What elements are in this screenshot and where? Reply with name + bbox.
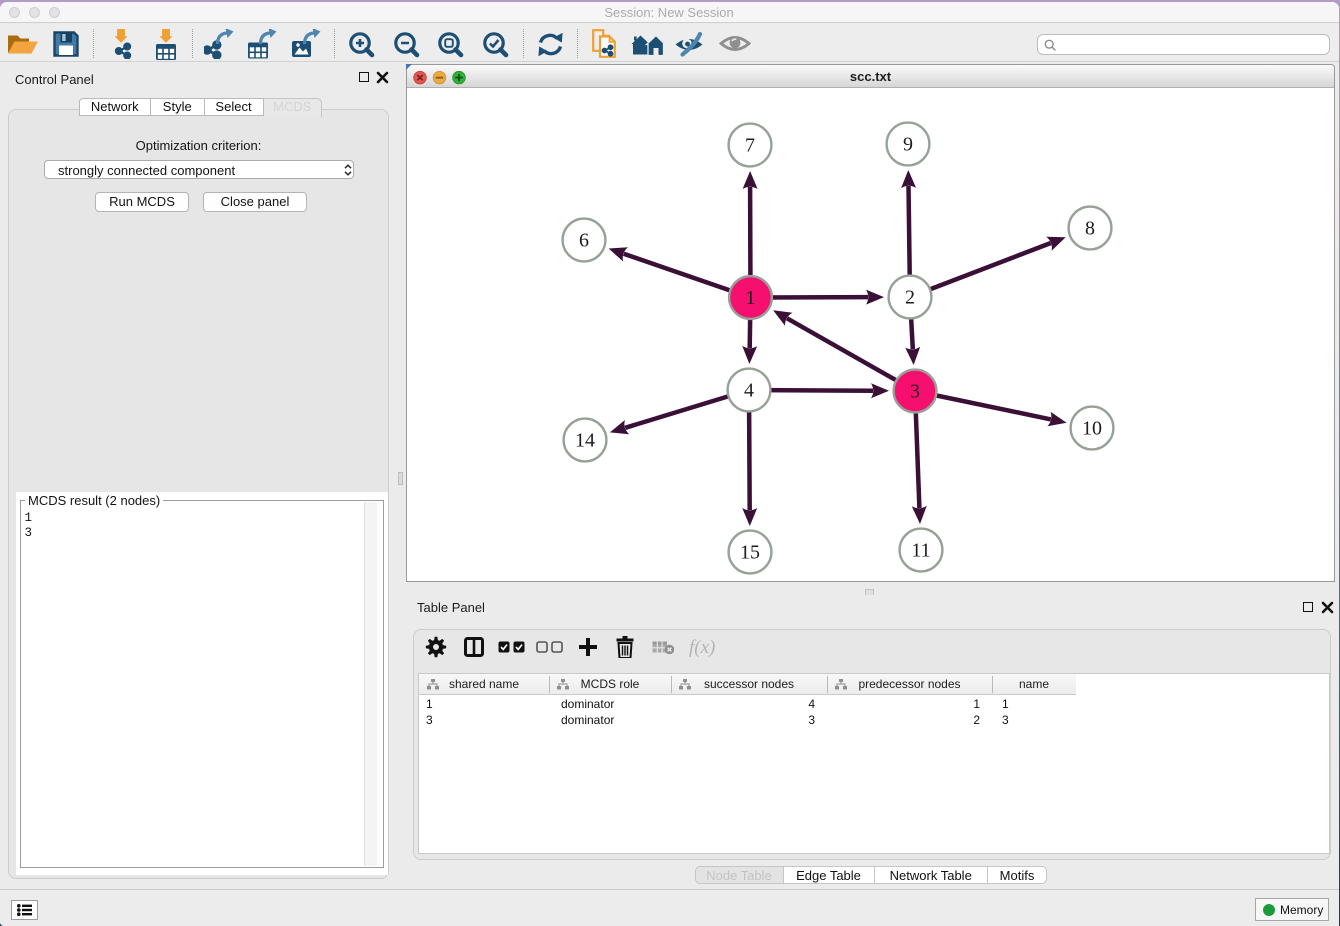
svg-text:10: 10 — [1082, 418, 1102, 440]
svg-text:6: 6 — [579, 230, 589, 252]
svg-text:15: 15 — [740, 542, 760, 564]
svg-text:14: 14 — [575, 430, 595, 452]
svg-text:11: 11 — [911, 540, 930, 562]
svg-text:9: 9 — [903, 134, 913, 156]
svg-text:1: 1 — [746, 287, 756, 309]
svg-text:3: 3 — [910, 381, 920, 403]
svg-text:4: 4 — [744, 380, 754, 402]
svg-text:8: 8 — [1085, 218, 1095, 240]
svg-text:2: 2 — [905, 287, 915, 309]
svg-text:7: 7 — [745, 135, 755, 157]
